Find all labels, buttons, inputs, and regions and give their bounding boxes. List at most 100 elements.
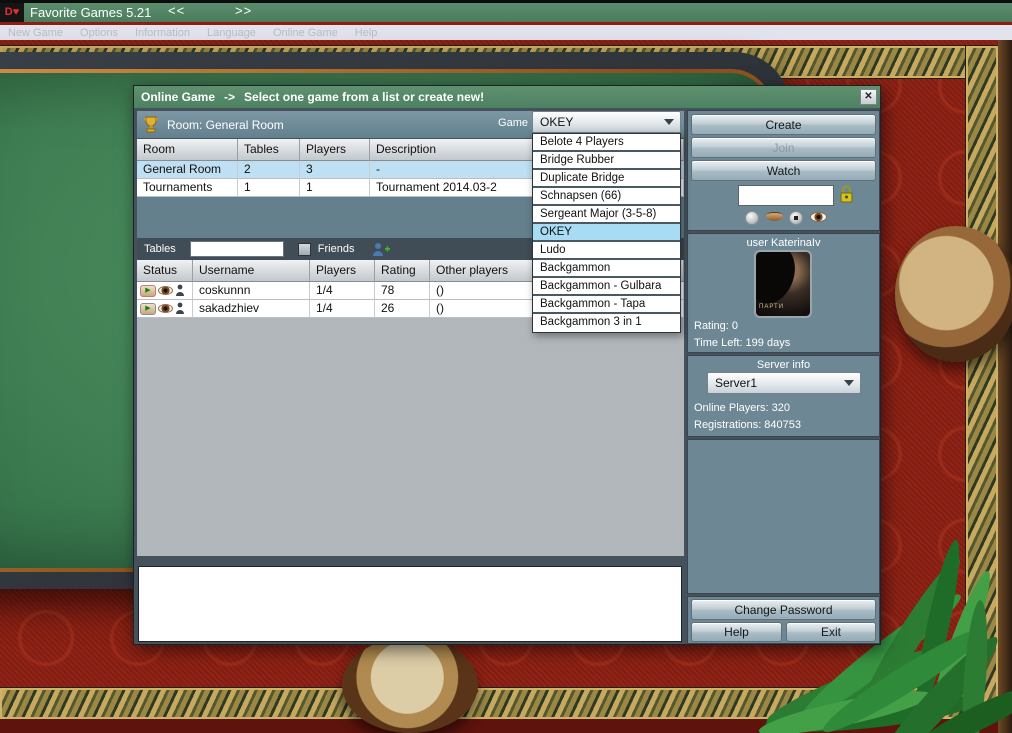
players-col-username: Username: [193, 260, 310, 282]
server-info-panel: Server info Server1 Online Players: 320 …: [687, 355, 880, 437]
table-row-username[interactable]: coskunnn: [193, 282, 310, 300]
table-row-players[interactable]: 1/4: [310, 282, 375, 300]
stool: [342, 637, 478, 733]
nav-forward-button[interactable]: >>: [235, 3, 252, 18]
allow-watchers-radio[interactable]: [789, 211, 803, 225]
menu-information[interactable]: Information: [135, 27, 190, 39]
tables-list-empty-area: [137, 318, 684, 556]
game-option[interactable]: Backgammon: [533, 260, 680, 278]
table-row-rating[interactable]: 78: [375, 282, 430, 300]
room-row-cell[interactable]: 2: [238, 161, 300, 179]
avatar-hair-shape: [756, 252, 803, 310]
player-info-icon[interactable]: [175, 284, 185, 297]
trophy-icon: [143, 116, 159, 133]
app-window: D♥ Favorite Games 5.21 << >> New Game Op…: [0, 0, 1012, 733]
tables-label: Tables: [144, 243, 176, 255]
chevron-down-icon: [844, 380, 854, 386]
close-icon[interactable]: ✕: [860, 89, 877, 105]
game-option-selected[interactable]: OKEY: [533, 224, 680, 242]
game-option[interactable]: Backgammon - Gulbara: [533, 278, 680, 296]
rooms-col-tables: Tables: [238, 139, 300, 161]
window-title: Favorite Games 5.21: [30, 5, 152, 20]
menu-new-game[interactable]: New Game: [8, 27, 63, 39]
table-password-input[interactable]: [738, 185, 834, 206]
tables-search-input[interactable]: [189, 241, 284, 257]
game-option[interactable]: Bridge Rubber: [533, 152, 680, 170]
chat-message-box: [138, 566, 682, 642]
players-col-players: Players: [310, 260, 375, 282]
closed-eye-icon: [766, 212, 783, 221]
actions-panel: Create Join Watch: [687, 110, 880, 231]
user-rating-label: Rating: 0: [694, 320, 739, 332]
room-row-cell[interactable]: Tournaments: [137, 179, 238, 197]
table-row-rating[interactable]: 26: [375, 300, 430, 318]
server-select-value: Server1: [715, 376, 758, 390]
registrations-label: Registrations: 840753: [694, 419, 802, 431]
table-row-players[interactable]: 1/4: [310, 300, 375, 318]
avatar-caption: ПАРТИ: [759, 304, 785, 310]
user-timeleft-label: Time Left: 199 days: [694, 337, 791, 349]
open-eye-icon: [810, 212, 827, 222]
online-game-dialog: Online Game -> Select one game from a li…: [133, 85, 881, 645]
menu-online-game[interactable]: Online Game: [273, 27, 338, 39]
game-label: Game: [498, 117, 528, 129]
watch-button[interactable]: Watch: [691, 160, 876, 181]
right-empty-panel: [687, 439, 880, 594]
player-info-icon[interactable]: [175, 302, 185, 315]
chevron-down-icon: [664, 119, 674, 125]
room-row-cell[interactable]: 3: [300, 161, 370, 179]
create-button[interactable]: Create: [691, 114, 876, 135]
join-table-icon[interactable]: ▶: [140, 284, 156, 297]
join-table-icon[interactable]: ▶: [140, 302, 156, 315]
game-option[interactable]: Ludo: [533, 242, 680, 260]
game-option[interactable]: Duplicate Bridge: [533, 170, 680, 188]
room-name-label: Room: General Room: [167, 117, 284, 132]
user-name-label: user KaterinaIv: [746, 237, 821, 249]
game-select-value: OKEY: [540, 115, 574, 129]
players-col-status: Status: [137, 260, 193, 282]
dialog-titlebar: Online Game -> Select one game from a li…: [134, 86, 880, 108]
friends-label: Friends: [317, 243, 355, 255]
game-option[interactable]: Sergeant Major (3-5-8): [533, 206, 680, 224]
game-option[interactable]: Backgammon - Tapa: [533, 296, 680, 314]
footer-buttons-panel: Change Password Help Exit: [687, 596, 880, 644]
user-info-panel: user KaterinaIv ПАРТИ Rating: 0 Time Lef…: [687, 233, 880, 353]
menu-language[interactable]: Language: [207, 27, 256, 39]
table-row-status: ▶: [137, 282, 193, 300]
hide-watchers-radio[interactable]: [745, 211, 759, 225]
game-option[interactable]: Belote 4 Players: [533, 134, 680, 152]
game-select[interactable]: OKEY: [532, 111, 681, 133]
rooms-col-room: Room: [137, 139, 238, 161]
app-logo-icon: D♥: [0, 3, 24, 22]
friends-checkbox[interactable]: [297, 242, 311, 256]
menu-options[interactable]: Options: [80, 27, 118, 39]
rooms-col-players: Players: [300, 139, 370, 161]
server-info-title: Server info: [756, 359, 811, 371]
room-row-cell[interactable]: 1: [238, 179, 300, 197]
user-avatar: ПАРТИ: [754, 250, 812, 318]
menu-help[interactable]: Help: [355, 27, 378, 39]
game-option[interactable]: Schnapsen (66): [533, 188, 680, 206]
exit-button[interactable]: Exit: [786, 622, 876, 642]
dialog-subtitle: Select one game from a list or create ne…: [244, 90, 485, 104]
players-col-rating: Rating: [375, 260, 430, 282]
nav-back-button[interactable]: <<: [168, 3, 185, 18]
dialog-title-arrow: ->: [224, 90, 236, 104]
watch-table-icon[interactable]: [158, 286, 173, 295]
dialog-title: Online Game: [141, 90, 216, 104]
table-row-status: ▶: [137, 300, 193, 318]
room-row-cell[interactable]: General Room: [137, 161, 238, 179]
menu-bar: New Game Options Information Language On…: [0, 25, 1012, 40]
change-password-button[interactable]: Change Password: [691, 599, 876, 620]
watch-table-icon[interactable]: [158, 304, 173, 313]
online-players-label: Online Players: 320: [694, 402, 790, 414]
table-row-username[interactable]: sakadzhiev: [193, 300, 310, 318]
window-titlebar: D♥ Favorite Games 5.21 << >>: [0, 0, 1012, 22]
server-select[interactable]: Server1: [707, 372, 861, 394]
join-button[interactable]: Join: [691, 137, 876, 158]
game-option[interactable]: Backgammon 3 in 1: [533, 314, 680, 332]
room-row-cell[interactable]: 1: [300, 179, 370, 197]
add-friend-icon[interactable]: [372, 242, 391, 257]
game-dropdown-list: Belote 4 Players Bridge Rubber Duplicate…: [532, 133, 681, 333]
help-button[interactable]: Help: [691, 622, 782, 642]
